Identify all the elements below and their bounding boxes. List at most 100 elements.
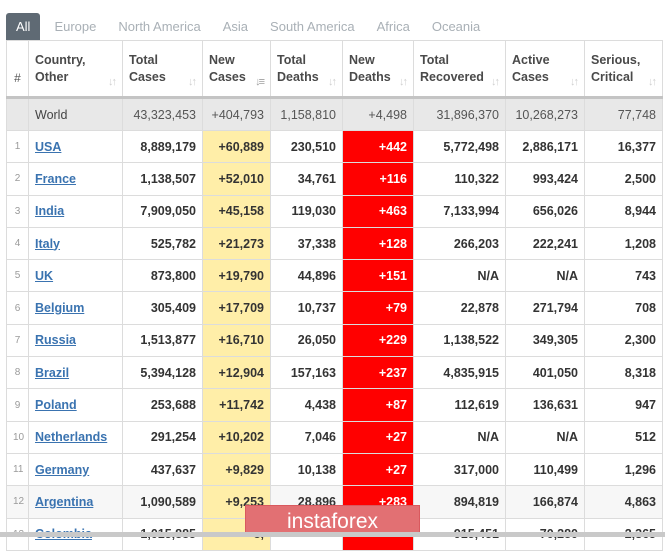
country-link[interactable]: Russia bbox=[35, 333, 76, 347]
country-link[interactable]: Italy bbox=[35, 237, 60, 251]
new-deaths-cell: +116 bbox=[342, 162, 414, 196]
total-deaths-cell: 10,138 bbox=[270, 452, 343, 487]
row-rank: 4 bbox=[6, 226, 29, 261]
sort-icon[interactable]: ↓↑ bbox=[399, 76, 408, 88]
column-header-country[interactable]: Country, Other ↓↑ bbox=[28, 40, 123, 99]
new-cases-cell: +10,202 bbox=[202, 420, 271, 454]
total-recovered-cell: 317,000 bbox=[413, 452, 506, 487]
country-cell: Russia bbox=[28, 323, 123, 358]
sort-icon[interactable]: ↓↑ bbox=[188, 76, 197, 88]
sort-descending-icon[interactable]: ↓≡ bbox=[255, 76, 265, 88]
total-cases-cell: 253,688 bbox=[122, 388, 203, 422]
column-header-label: Total Recovered bbox=[420, 52, 484, 86]
total-cases-cell: 873,800 bbox=[122, 259, 203, 293]
serious-critical-cell: 2,500 bbox=[584, 162, 663, 196]
total-cases-cell: 525,782 bbox=[122, 226, 203, 261]
tab-europe[interactable]: Europe bbox=[40, 13, 107, 40]
column-header-total-cases[interactable]: Total Cases ↓↑ bbox=[122, 40, 203, 99]
header-line1: Serious, bbox=[591, 52, 641, 67]
table-row: 10 Netherlands 291,254 +10,202 7,046 +27 N/A N/… bbox=[6, 420, 663, 454]
country-link[interactable]: Brazil bbox=[35, 366, 69, 380]
total-recovered-cell: 894,819 bbox=[413, 485, 506, 519]
country-link[interactable]: Belgium bbox=[35, 301, 84, 315]
serious-critical-cell: 8,318 bbox=[584, 356, 663, 390]
header-line1: Total bbox=[420, 52, 449, 67]
new-deaths-cell: +27 bbox=[342, 420, 414, 454]
row-rank: 9 bbox=[6, 388, 29, 422]
new-deaths-cell: +237 bbox=[342, 356, 414, 390]
active-cases-cell: 222,241 bbox=[505, 226, 585, 261]
country-link[interactable]: Netherlands bbox=[35, 430, 107, 444]
table-row: 6 Belgium 305,409 +17,709 10,737 +79 22,878 271… bbox=[6, 291, 663, 325]
tab-north-america[interactable]: North America bbox=[107, 13, 211, 40]
tab-africa[interactable]: Africa bbox=[366, 13, 421, 40]
total-deaths-cell: 230,510 bbox=[270, 129, 343, 164]
total-deaths-cell: 37,338 bbox=[270, 226, 343, 261]
country-link[interactable]: Germany bbox=[35, 463, 89, 477]
country-link[interactable]: France bbox=[35, 172, 76, 186]
country-cell: Brazil bbox=[28, 356, 123, 390]
column-header-new-deaths[interactable]: New Deaths ↓↑ bbox=[342, 40, 414, 99]
tab-oceania[interactable]: Oceania bbox=[421, 13, 491, 40]
row-rank: 2 bbox=[6, 162, 29, 196]
country-link[interactable]: UK bbox=[35, 269, 53, 283]
new-cases-cell: +60,889 bbox=[202, 129, 271, 164]
column-header-rank: # bbox=[6, 40, 29, 99]
new-cases-cell: +11,742 bbox=[202, 388, 271, 422]
covid-stats-table: # Country, Other ↓↑ Total Cases ↓↑ New Cases ↓≡ To… bbox=[6, 40, 663, 551]
horizontal-scrollbar[interactable] bbox=[0, 532, 665, 537]
total-cases-cell: 1,138,507 bbox=[122, 162, 203, 196]
active-cases-cell: 2,886,171 bbox=[505, 129, 585, 164]
header-line2: Cases bbox=[512, 69, 549, 84]
header-line2: Other bbox=[35, 69, 69, 84]
total-deaths-cell: 44,896 bbox=[270, 259, 343, 293]
column-header-active-cases[interactable]: Active Cases ↓↑ bbox=[505, 40, 585, 99]
table-row: 9 Poland 253,688 +11,742 4,438 +87 112,619 136,… bbox=[6, 388, 663, 422]
total-cases-cell: 8,889,179 bbox=[122, 129, 203, 164]
country-link[interactable]: Argentina bbox=[35, 495, 93, 509]
active-cases-cell: N/A bbox=[505, 420, 585, 454]
column-header-label: Active Cases bbox=[512, 52, 550, 86]
total-recovered-cell: N/A bbox=[413, 420, 506, 454]
country-cell: Germany bbox=[28, 452, 123, 487]
column-header-serious-critical[interactable]: Serious, Critical ↓↑ bbox=[584, 40, 663, 99]
tab-all[interactable]: All bbox=[6, 13, 41, 40]
country-link[interactable]: India bbox=[35, 204, 64, 218]
sort-icon[interactable]: ↓↑ bbox=[491, 76, 500, 88]
tab-south-america[interactable]: South America bbox=[259, 13, 366, 40]
total-recovered-cell: 5,772,498 bbox=[413, 129, 506, 164]
new-cases-cell: +21,273 bbox=[202, 226, 271, 261]
new-deaths-cell: +442 bbox=[342, 129, 414, 164]
sort-icon[interactable]: ↓↑ bbox=[328, 76, 337, 88]
sort-icon[interactable]: ↓↑ bbox=[648, 76, 657, 88]
new-deaths-cell: +87 bbox=[342, 388, 414, 422]
country-cell: USA bbox=[28, 129, 123, 164]
active-cases-cell: N/A bbox=[505, 259, 585, 293]
serious-critical-cell: 708 bbox=[584, 291, 663, 325]
country-link[interactable]: Poland bbox=[35, 398, 77, 412]
header-line1: New bbox=[349, 52, 375, 67]
column-header-label: Country, Other bbox=[35, 52, 85, 86]
column-header-new-cases[interactable]: New Cases ↓≡ bbox=[202, 40, 271, 99]
table-row: 5 UK 873,800 +19,790 44,896 +151 N/A N/A 743 bbox=[6, 259, 663, 293]
world-new-cases: +404,793 bbox=[202, 97, 271, 131]
total-cases-cell: 1,090,589 bbox=[122, 485, 203, 519]
sort-icon[interactable]: ↓↑ bbox=[570, 76, 579, 88]
row-rank: 5 bbox=[6, 259, 29, 293]
country-link[interactable]: USA bbox=[35, 140, 61, 154]
serious-critical-cell: 4,863 bbox=[584, 485, 663, 519]
header-line2: Critical bbox=[591, 69, 634, 84]
row-rank: 8 bbox=[6, 356, 29, 390]
sort-icon[interactable]: ↓↑ bbox=[108, 76, 117, 88]
serious-critical-cell: 743 bbox=[584, 259, 663, 293]
active-cases-cell: 993,424 bbox=[505, 162, 585, 196]
active-cases-cell: 349,305 bbox=[505, 323, 585, 358]
column-header-total-deaths[interactable]: Total Deaths ↓↑ bbox=[270, 40, 343, 99]
country-cell: Poland bbox=[28, 388, 123, 422]
tab-asia[interactable]: Asia bbox=[212, 13, 259, 40]
table-row: 8 Brazil 5,394,128 +12,904 157,163 +237 4,835,… bbox=[6, 356, 663, 390]
new-deaths-cell: +151 bbox=[342, 259, 414, 293]
column-header-total-recovered[interactable]: Total Recovered ↓↑ bbox=[413, 40, 506, 99]
serious-critical-cell: 8,944 bbox=[584, 194, 663, 228]
column-header-label: New Cases bbox=[209, 52, 246, 86]
